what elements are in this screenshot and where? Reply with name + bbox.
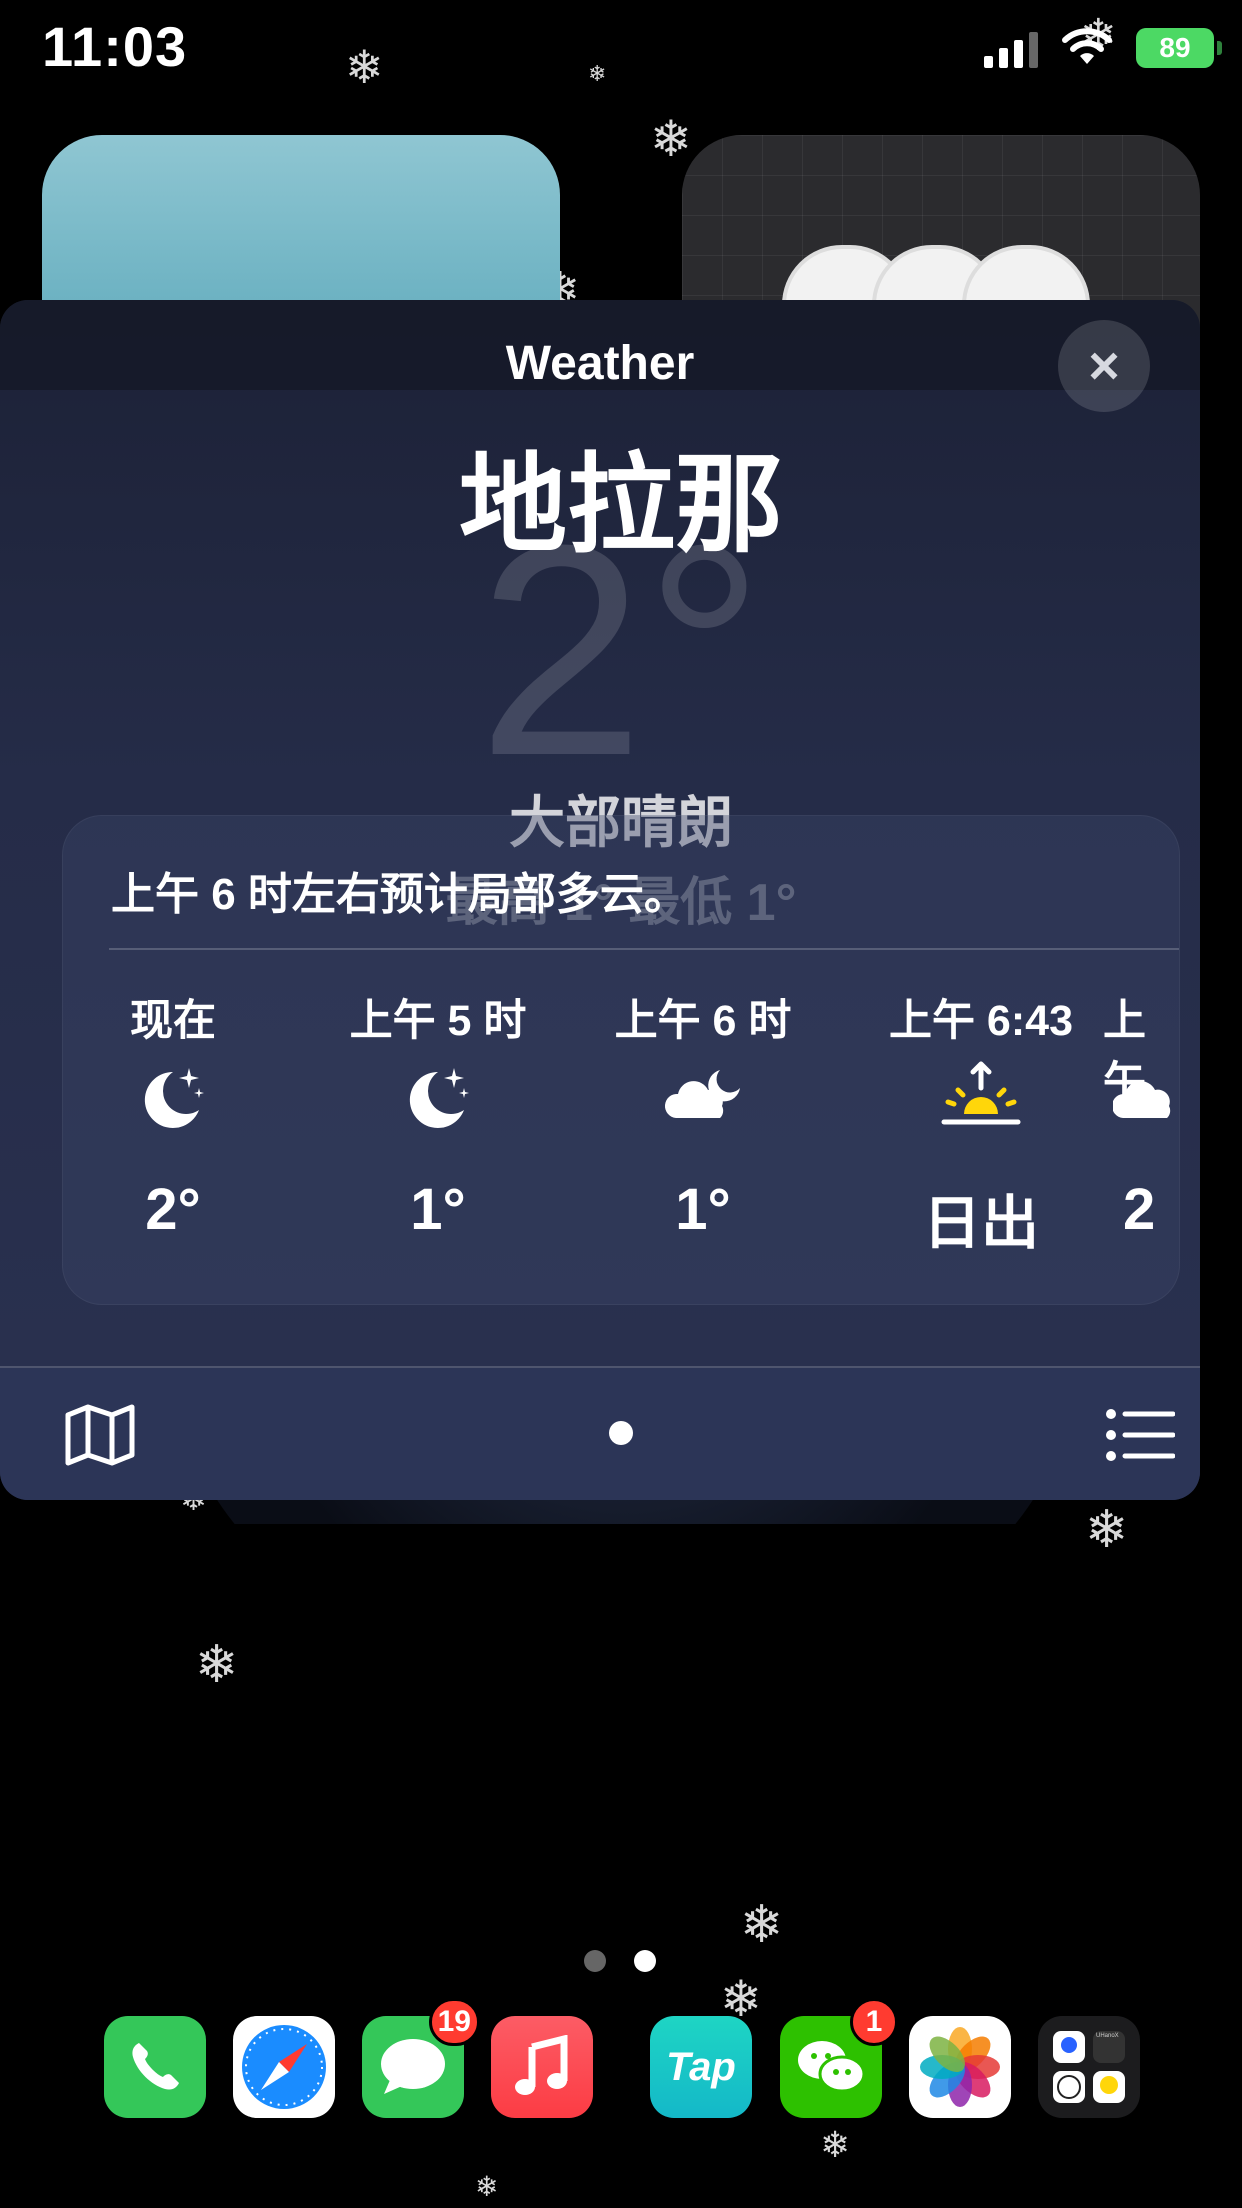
hour-label: 现在 (130, 997, 216, 1045)
hour-label: 上午 6:43 (888, 997, 1073, 1045)
compass-icon (242, 2025, 326, 2109)
music-note-icon (515, 2035, 568, 2095)
hourly-item: 现在 2° (63, 986, 283, 1243)
page-indicator-dot[interactable] (609, 1421, 633, 1445)
hour-temperature: 2 (1123, 1177, 1156, 1242)
app-wechat[interactable]: 1 (780, 1998, 898, 2118)
snowflake-icon: ❄ (475, 2170, 499, 2203)
snowflake-icon: ❄ (345, 40, 384, 94)
folder-mini-label: UHanoX (1096, 2033, 1119, 2039)
battery-level: 89 (1159, 32, 1191, 63)
app-safari[interactable] (233, 2016, 335, 2118)
snowflake-icon: ❄ (650, 110, 692, 168)
dock: 19 Tap 1 UHanoX (0, 1998, 1242, 2120)
page-dot-active[interactable] (634, 1950, 656, 1972)
hourly-item: 上午 6 时 1° (593, 986, 813, 1243)
notification-badge: 19 (428, 1998, 480, 2046)
hourly-item: 上午 5 时 1° (328, 986, 548, 1243)
hour-temperature: 日出 (922, 1191, 1039, 1256)
photos-flower-icon (920, 2027, 1000, 2107)
notification-badge: 1 (850, 1998, 898, 2046)
hour-label: 上午 (1103, 997, 1146, 1107)
snowflake-icon: ❄ (195, 1635, 239, 1695)
app-messages[interactable]: 19 (362, 1998, 480, 2118)
status-indicators: 89 (984, 22, 1222, 74)
forecast-summary: 上午 6 时左右预计局部多云。 (111, 870, 688, 919)
hourly-item: 上午 2 (1103, 986, 1179, 1243)
snowflake-icon: ❄ (740, 1895, 784, 1955)
weather-bottom-toolbar (0, 1368, 1200, 1500)
cloud-icon (1103, 1046, 1179, 1176)
hour-temperature: 1° (410, 1177, 466, 1242)
hour-temperature: 2° (145, 1177, 201, 1242)
app-photos[interactable] (909, 2016, 1011, 2118)
page-dot[interactable] (584, 1950, 606, 1972)
phone-icon (132, 2043, 179, 2090)
moon-stars-icon (328, 1046, 548, 1176)
cellular-signal-icon (984, 28, 1038, 68)
battery-indicator: 89 (1136, 28, 1222, 68)
wifi-icon (1062, 28, 1112, 64)
status-time: 11:03 (42, 15, 188, 78)
hourly-forecast-card[interactable]: 上午 6 时左右预计局部多云。 现在 2° 上午 5 时 1° 上午 6 时 1… (62, 815, 1180, 1305)
close-button[interactable]: × (1058, 320, 1150, 412)
weather-sheet: Weather × 2° 地拉那 大部晴朗 最高 1° 最低 1° 上午 6 时… (0, 300, 1200, 1500)
hour-label: 上午 5 时 (349, 997, 527, 1045)
divider (109, 948, 1179, 950)
taptap-icon: Tap (666, 2044, 736, 2089)
wechat-icon (798, 2041, 866, 2093)
moon-stars-icon (63, 1046, 283, 1176)
hourly-item: 上午 6:43 日出 (871, 986, 1091, 1260)
message-bubble-icon (381, 2039, 445, 2094)
city-name: 地拉那 (458, 444, 783, 565)
close-icon: × (1088, 336, 1120, 396)
sheet-title: Weather (505, 337, 695, 390)
snowflake-icon: ❄ (820, 2125, 851, 2166)
home-page-indicator[interactable] (584, 1950, 656, 1972)
app-taptap[interactable]: Tap (650, 2016, 752, 2118)
map-icon[interactable] (64, 1403, 136, 1467)
snowflake-icon: ❄ (1085, 1500, 1129, 1560)
app-music[interactable] (491, 2016, 593, 2118)
sunrise-icon (871, 1046, 1091, 1176)
app-phone[interactable] (104, 2016, 206, 2118)
hour-temperature: 1° (675, 1177, 731, 1242)
list-icon[interactable] (1105, 1408, 1175, 1462)
snowflake-icon: ❄ (588, 62, 607, 87)
hour-label: 上午 6 时 (614, 997, 792, 1045)
app-folder[interactable]: UHanoX (1038, 2016, 1140, 2118)
cloud-moon-icon (593, 1046, 813, 1176)
